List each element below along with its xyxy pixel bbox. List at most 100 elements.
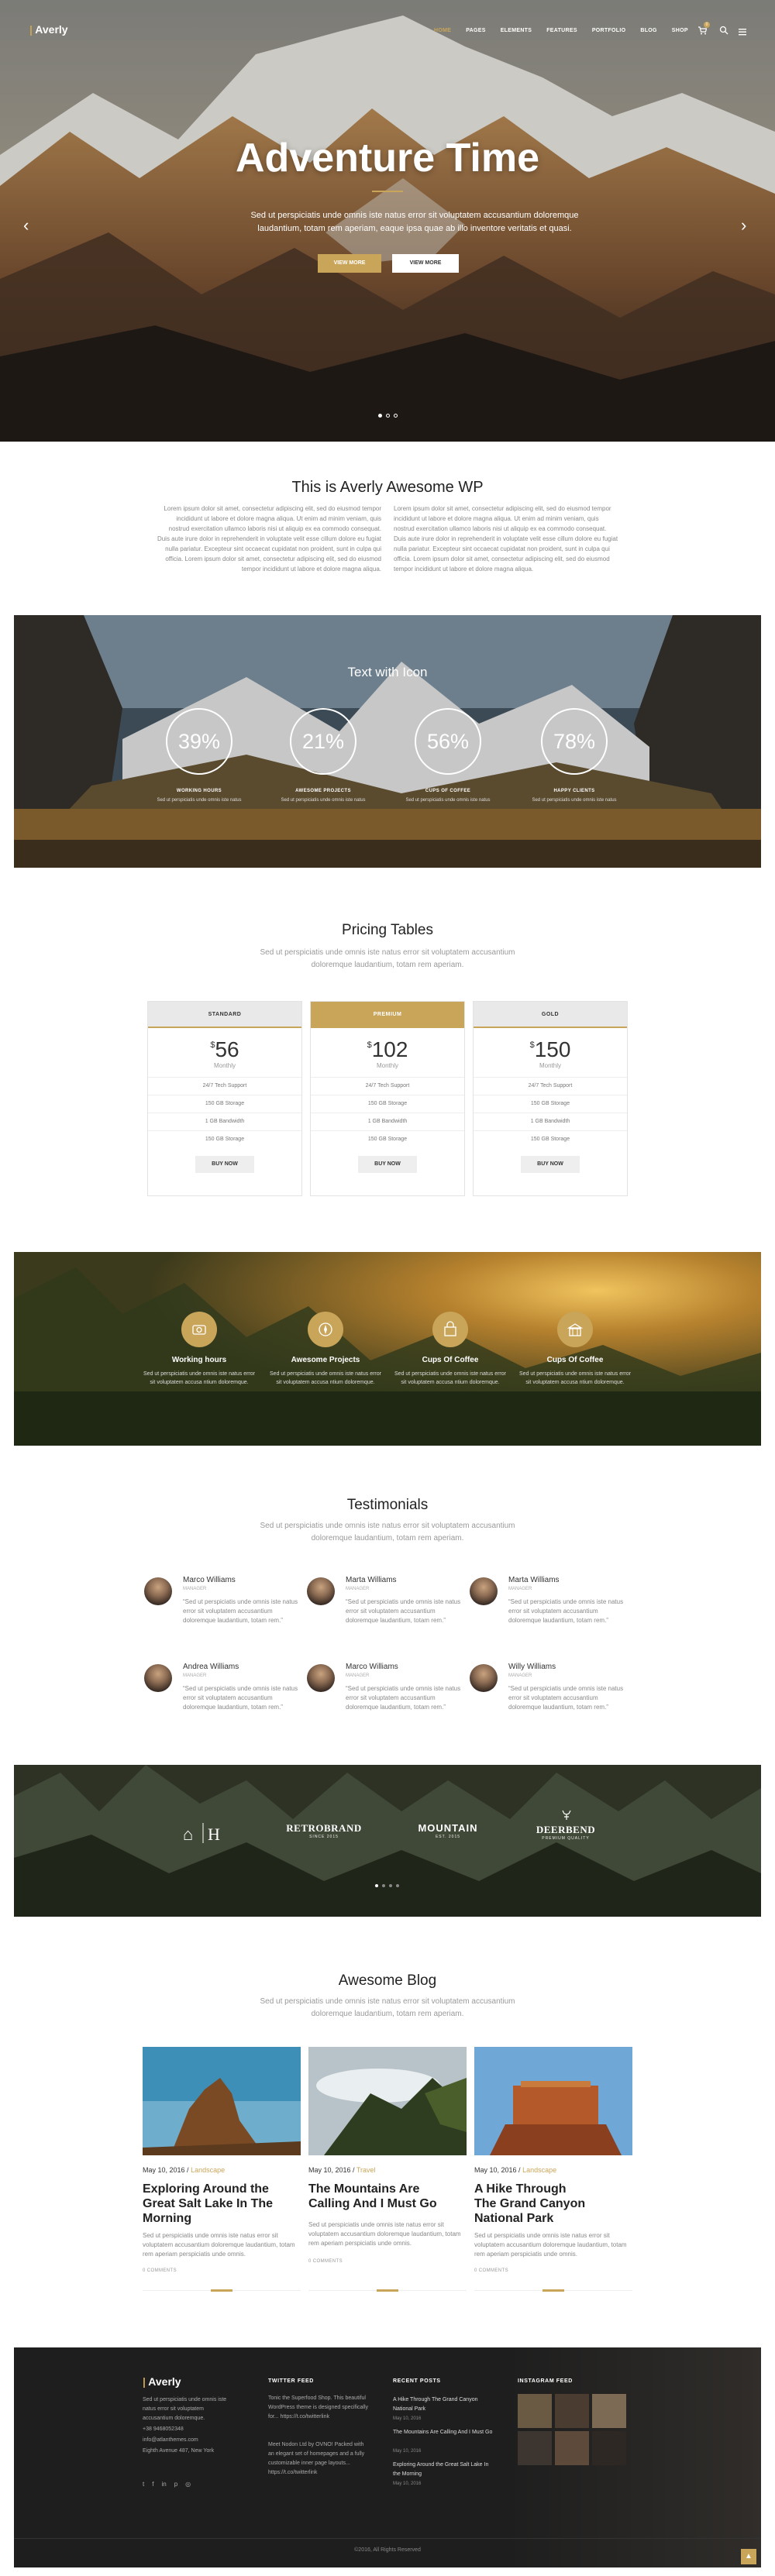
blog-comments[interactable]: 0 COMMENTS <box>143 2268 177 2273</box>
plan-feature: 150 GB Storage <box>311 1130 464 1148</box>
testimonial-role: MANAGER <box>508 1673 532 1678</box>
carousel-dot[interactable] <box>396 1884 399 1887</box>
feature-text: Sed ut perspiciatis unde omnis iste natu… <box>143 1371 255 1385</box>
blog-category[interactable]: Travel <box>356 2166 376 2174</box>
testimonials-subtitle: Sed ut perspiciatis unde omnis iste natu… <box>260 1522 515 1543</box>
recent-post-date: May 10, 2016 <box>393 2481 422 2486</box>
instagram-icon[interactable]: ◎ <box>185 2481 191 2488</box>
blog-post-title[interactable]: A Hike Through The Grand Canyon National… <box>474 2182 591 2226</box>
pricing-table-gold: GOLD $150 Monthly 24/7 Tech Support 150 … <box>473 1001 628 1196</box>
plan-period: Monthly <box>539 1062 561 1069</box>
feature-title: Awesome Projects <box>291 1356 360 1364</box>
blog-date: May 10, 2016 / Landscape <box>143 2166 226 2174</box>
forest-background <box>14 1252 761 1446</box>
brand-logo-subtext: PREMIUM QUALITY <box>542 1836 590 1841</box>
scroll-top-button[interactable]: ▲ <box>741 2549 756 2564</box>
blog-category[interactable]: Landscape <box>191 2166 225 2174</box>
linkedin-icon[interactable]: in <box>161 2481 166 2488</box>
blog-category[interactable]: Landscape <box>522 2166 556 2174</box>
logo[interactable]: | Averly <box>29 23 68 36</box>
instagram-thumb[interactable] <box>555 2394 589 2428</box>
blog-image[interactable] <box>474 2047 632 2155</box>
facebook-icon[interactable]: f <box>152 2481 153 2488</box>
nav-pages[interactable]: PAGES <box>466 28 486 33</box>
blog-comments[interactable]: 0 COMMENTS <box>474 2268 508 2273</box>
feature-text: Sed ut perspiciatis unde omnis iste natu… <box>270 1371 381 1385</box>
carousel-dot[interactable] <box>389 1884 392 1887</box>
blog-title: Awesome Blog <box>338 1972 437 1989</box>
blog-excerpt: Sed ut perspiciatis unde omnis iste natu… <box>308 2221 461 2247</box>
plan-period: Monthly <box>376 1062 398 1069</box>
recent-post-link[interactable]: The Mountains Are Calling And I Must Go <box>393 2428 494 2437</box>
blog-post-title[interactable]: The Mountains Are Calling And I Must Go <box>308 2182 448 2211</box>
nav-features[interactable]: FEATURES <box>546 28 577 33</box>
blog-image[interactable] <box>143 2047 301 2155</box>
hero-secondary-button[interactable]: VIEW MORE <box>392 254 459 273</box>
counter-item: 56% <box>415 708 481 775</box>
testimonial-role: MANAGER <box>183 1587 207 1591</box>
instagram-thumb[interactable] <box>518 2394 552 2428</box>
pinterest-icon[interactable]: p <box>174 2481 177 2488</box>
slider-dot[interactable] <box>394 414 398 418</box>
blog-date: May 10, 2016 / Landscape <box>474 2166 557 2174</box>
nav-home[interactable]: HOME <box>434 28 451 33</box>
twitter-icon[interactable]: t <box>143 2481 144 2488</box>
plan-currency: $ <box>529 1040 535 1050</box>
cart-count-badge: 0 <box>704 22 710 28</box>
plan-price-value: 150 <box>534 1037 571 1061</box>
search-icon[interactable] <box>719 25 728 39</box>
testimonial-name: Marta Williams <box>346 1576 397 1584</box>
slider-next-icon[interactable]: › <box>741 215 746 236</box>
plan-feature: 1 GB Bandwidth <box>311 1113 464 1130</box>
nav-portfolio[interactable]: PORTFOLIO <box>592 28 626 33</box>
buy-now-button[interactable]: BUY NOW <box>521 1156 580 1173</box>
rocks-background <box>14 1765 761 1917</box>
deer-icon <box>560 1810 573 1825</box>
nav-elements[interactable]: ELEMENTS <box>501 28 532 33</box>
footer-logo[interactable]: | Averly <box>143 2375 181 2388</box>
blog-comments[interactable]: 0 COMMENTS <box>308 2259 343 2264</box>
buy-now-button[interactable]: BUY NOW <box>195 1156 254 1173</box>
menu-icon[interactable] <box>739 26 746 40</box>
buy-now-button[interactable]: BUY NOW <box>358 1156 417 1173</box>
recent-post-link[interactable]: Exploring Around the Great Salt Lake In … <box>393 2461 494 2479</box>
plan-feature: 150 GB Storage <box>311 1095 464 1113</box>
testimonial-text: “Sed ut perspiciatis unde omnis iste nat… <box>346 1685 461 1711</box>
slider-dot[interactable] <box>386 414 390 418</box>
counter-label: CUPS OF COFFEE <box>425 789 471 793</box>
slider-prev-icon[interactable]: ‹ <box>23 215 29 236</box>
brand-logo: DEERBEND <box>536 1824 596 1835</box>
plan-price: $102 <box>311 1037 464 1062</box>
hero-primary-button[interactable]: VIEW MORE <box>318 254 381 273</box>
slider-dot-active[interactable] <box>378 414 382 418</box>
footer-phone: +38 9468052348 <box>143 2426 184 2432</box>
testimonial-name: Marta Williams <box>508 1576 560 1584</box>
footer-email[interactable]: info@atlanthemes.com <box>143 2436 198 2445</box>
avatar <box>470 1577 498 1605</box>
instagram-thumb[interactable] <box>555 2431 589 2465</box>
avatar <box>307 1577 335 1605</box>
nav-blog[interactable]: BLOG <box>640 28 656 33</box>
instagram-thumb[interactable] <box>518 2431 552 2465</box>
carousel-dot[interactable] <box>382 1884 385 1887</box>
carousel-dot-active[interactable] <box>375 1884 378 1887</box>
building-icon <box>557 1312 593 1347</box>
plan-currency: $ <box>210 1040 215 1050</box>
testimonial-name: Marco Williams <box>183 1576 236 1584</box>
instagram-thumb[interactable] <box>592 2431 626 2465</box>
instagram-thumb[interactable] <box>592 2394 626 2428</box>
counter-value: 78% <box>541 708 608 775</box>
features-section <box>14 1252 761 1446</box>
social-icons: t f in p ◎ <box>143 2481 191 2488</box>
hero-divider <box>372 191 403 192</box>
recent-post-link[interactable]: A Hike Through The Grand Canyon National… <box>393 2395 494 2414</box>
blog-image[interactable] <box>308 2047 467 2155</box>
feature-title: Cups Of Coffee <box>546 1356 604 1364</box>
nav-shop[interactable]: SHOP <box>672 28 688 33</box>
intro-text-left: Lorem ipsum dolor sit amet, consectetur … <box>157 505 381 573</box>
blog-accent <box>211 2289 232 2292</box>
blog-post-title[interactable]: Exploring Around the Great Salt Lake In … <box>143 2182 282 2226</box>
counter-label: WORKING HOURS <box>176 789 222 793</box>
hero-text: Sed ut perspiciatis unde omnis iste natu… <box>250 211 579 233</box>
chevron-up-icon: ▲ <box>745 2552 753 2561</box>
